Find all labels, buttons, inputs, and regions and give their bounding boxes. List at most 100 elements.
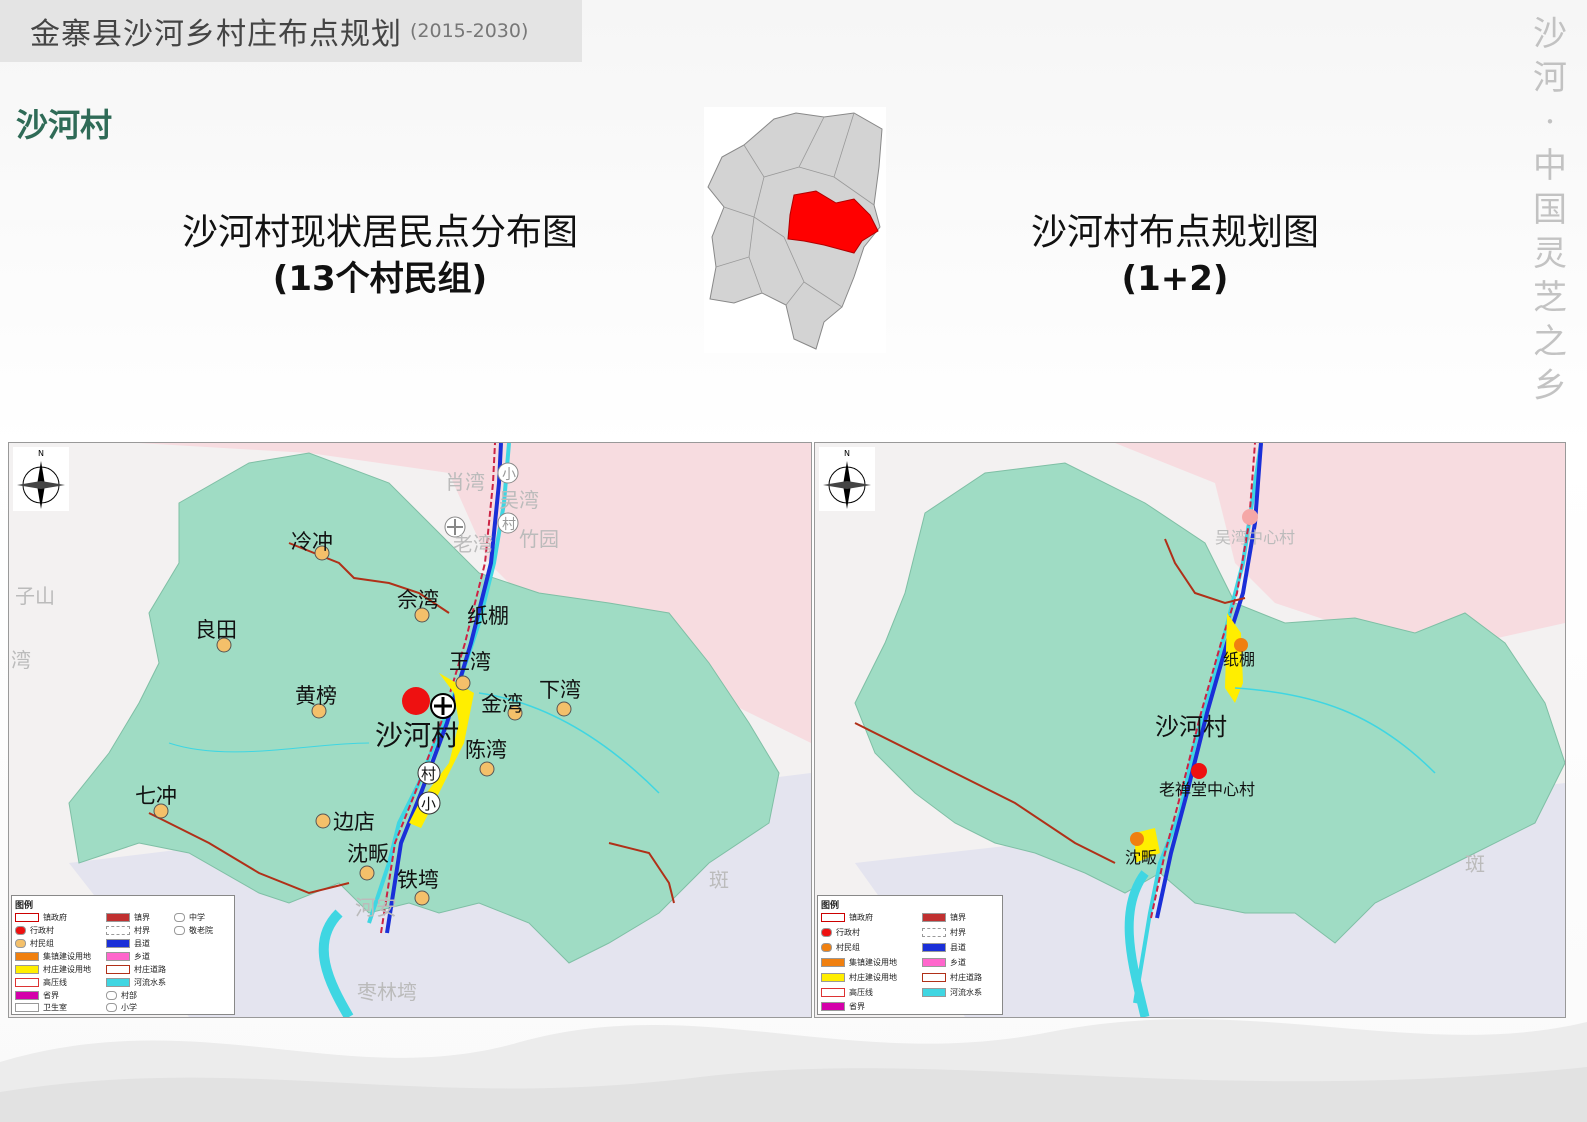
label-shahecun: 沙河村 <box>1155 713 1227 741</box>
right-legend: 图例 镇政府 行政村 村民组 集镇建设用地 村庄建设用地 高压线 省界 镇界 村… <box>817 895 1003 1015</box>
legend-item: 镇政府 <box>15 912 67 923</box>
label-hean: 河安 <box>355 896 397 920</box>
compass-rose: N <box>13 447 69 511</box>
legend-item: 村庄道路 <box>922 972 982 983</box>
label-huangbang: 黄榜 <box>295 684 337 708</box>
label-lengchong: 冷冲 <box>291 530 333 554</box>
legend-title: 图例 <box>821 901 840 911</box>
admin-village-marker <box>1191 763 1207 779</box>
label-liangtian: 良田 <box>195 618 237 642</box>
legend-item: 村部 <box>106 990 137 1001</box>
label-zhipeng: 纸棚 <box>1223 650 1255 669</box>
left-map-subtitle: (13个村民组) <box>272 259 488 299</box>
legend-item: 集镇建设用地 <box>821 957 897 968</box>
legend-item: 卫生室 <box>15 1002 67 1013</box>
legend-item: 集镇建设用地 <box>15 951 91 962</box>
village-group-dot <box>1130 832 1144 846</box>
label-qichong: 七冲 <box>135 784 177 808</box>
right-map-subtitle: (1+2) <box>1121 259 1229 299</box>
label-cun-top: 村 <box>502 517 516 533</box>
legend-item: 镇界 <box>106 912 150 923</box>
left-map-panel[interactable]: 肖湾 小 吴湾 村 老湾 竹园 子山 湾 冷冲 佘湾 纸棚 良田 王湾 黄榜 下… <box>8 442 812 1018</box>
village-group-dot <box>315 813 331 829</box>
page-title: 金寨县沙河乡村庄布点规划 <box>30 17 402 52</box>
compass-north-label: N <box>38 449 44 458</box>
label-zhipeng: 纸棚 <box>467 604 509 628</box>
right-map-panel[interactable]: 吴湾中心村 纸棚 沙河村 老禅堂中心村 沈畈 斑 N 图例 镇政府 行政村 村民… <box>814 442 1566 1018</box>
village-group-dot <box>359 865 375 881</box>
slogan-char: 乡 <box>1533 366 1567 406</box>
legend-item: 行政村 <box>821 927 860 938</box>
label-cun-badge: 村 <box>421 765 436 783</box>
legend-item: 村民组 <box>15 938 54 949</box>
slogan-char: · <box>1544 102 1556 142</box>
legend-item: 小学 <box>106 1002 137 1013</box>
legend-item: 乡道 <box>922 957 966 968</box>
legend-item: 村民组 <box>821 942 860 953</box>
legend-item: 县道 <box>922 942 966 953</box>
legend-item: 行政村 <box>15 925 54 936</box>
slogan-char: 之 <box>1533 322 1567 362</box>
label-zhuyuan: 竹园 <box>519 527 559 551</box>
left-map-title: 沙河村现状居民点分布图 (13个村民组) <box>170 210 590 302</box>
legend-item: 村庄建设用地 <box>821 972 897 983</box>
legend-item: 县道 <box>106 938 150 949</box>
county-locator-map <box>704 107 886 353</box>
legend-item: 村界 <box>106 925 150 936</box>
legend-item: 村庄建设用地 <box>15 964 91 975</box>
legend-item: 省界 <box>821 1001 865 1012</box>
slogan-char: 芝 <box>1533 278 1567 318</box>
village-heading: 沙河村 <box>16 106 113 144</box>
header-bar: 金寨县沙河乡村庄布点规划 (2015-2030) <box>0 0 582 62</box>
legend-item: 村界 <box>922 927 966 938</box>
legend-item: 河流水系 <box>922 987 982 998</box>
village-group-dot <box>479 761 495 777</box>
legend-item: 高压线 <box>821 987 873 998</box>
label-wuwan-center: 吴湾中心村 <box>1215 528 1295 547</box>
legend-item: 镇界 <box>922 912 966 923</box>
slogan-char: 灵 <box>1533 234 1567 274</box>
label-xiaowan: 肖湾 <box>445 470 485 494</box>
label-wuwan: 吴湾 <box>499 488 539 512</box>
legend-item: 中学 <box>174 912 205 923</box>
label-wangwan: 王湾 <box>449 650 491 674</box>
village-group-dot <box>455 675 471 691</box>
right-map-title-text: 沙河村布点规划图 <box>1030 212 1319 253</box>
label-tiewan: 铁塆 <box>397 868 439 892</box>
compass-rose: N <box>819 447 875 511</box>
legend-item: 省界 <box>15 990 59 1001</box>
legend-item: 敬老院 <box>174 925 213 936</box>
right-map-title: 沙河村布点规划图 (1+2) <box>1010 210 1340 302</box>
label-jinwan: 金湾 <box>481 692 523 716</box>
label-wan-left: 湾 <box>11 648 31 672</box>
compass-icon: N <box>823 449 871 509</box>
legend-item: 河流水系 <box>106 977 166 988</box>
legend-title: 图例 <box>15 901 34 911</box>
label-biandian: 边店 <box>333 810 375 834</box>
label-yuwan: 佘湾 <box>397 588 439 612</box>
slogan-char: 沙 <box>1533 14 1567 54</box>
label-laochantang: 老禅堂中心村 <box>1159 780 1255 799</box>
village-group-dot <box>414 890 430 906</box>
label-chenwan: 陈湾 <box>465 738 507 762</box>
legend-item: 镇政府 <box>821 912 873 923</box>
label-xiawan: 下湾 <box>539 678 581 702</box>
label-zishan: 子山 <box>15 584 55 608</box>
label-ban: 斑 <box>1465 852 1485 876</box>
village-group-dot <box>556 701 572 717</box>
label-laowan: 老湾 <box>453 532 493 556</box>
compass-north-label: N <box>844 449 850 458</box>
legend-item: 乡道 <box>106 951 150 962</box>
slogan-char: 河 <box>1533 58 1567 98</box>
legend-item: 村庄道路 <box>106 964 166 975</box>
left-map-title-text: 沙河村现状居民点分布图 <box>181 212 578 253</box>
label-shenfan: 沈畈 <box>347 842 389 866</box>
label-xiao-badge: 小 <box>421 795 436 813</box>
label-shahecun: 沙河村 <box>375 719 459 752</box>
center-village-dot-faded <box>1242 509 1258 525</box>
label-xiao-top: 小 <box>502 467 516 483</box>
left-legend: 图例 镇政府 行政村 村民组 集镇建设用地 村庄建设用地 高压线 省界 卫生室 … <box>11 895 235 1015</box>
label-zaolinwan: 枣林塆 <box>357 980 417 1004</box>
plan-years: (2015-2030) <box>410 20 529 42</box>
slogan-char: 国 <box>1533 190 1567 230</box>
